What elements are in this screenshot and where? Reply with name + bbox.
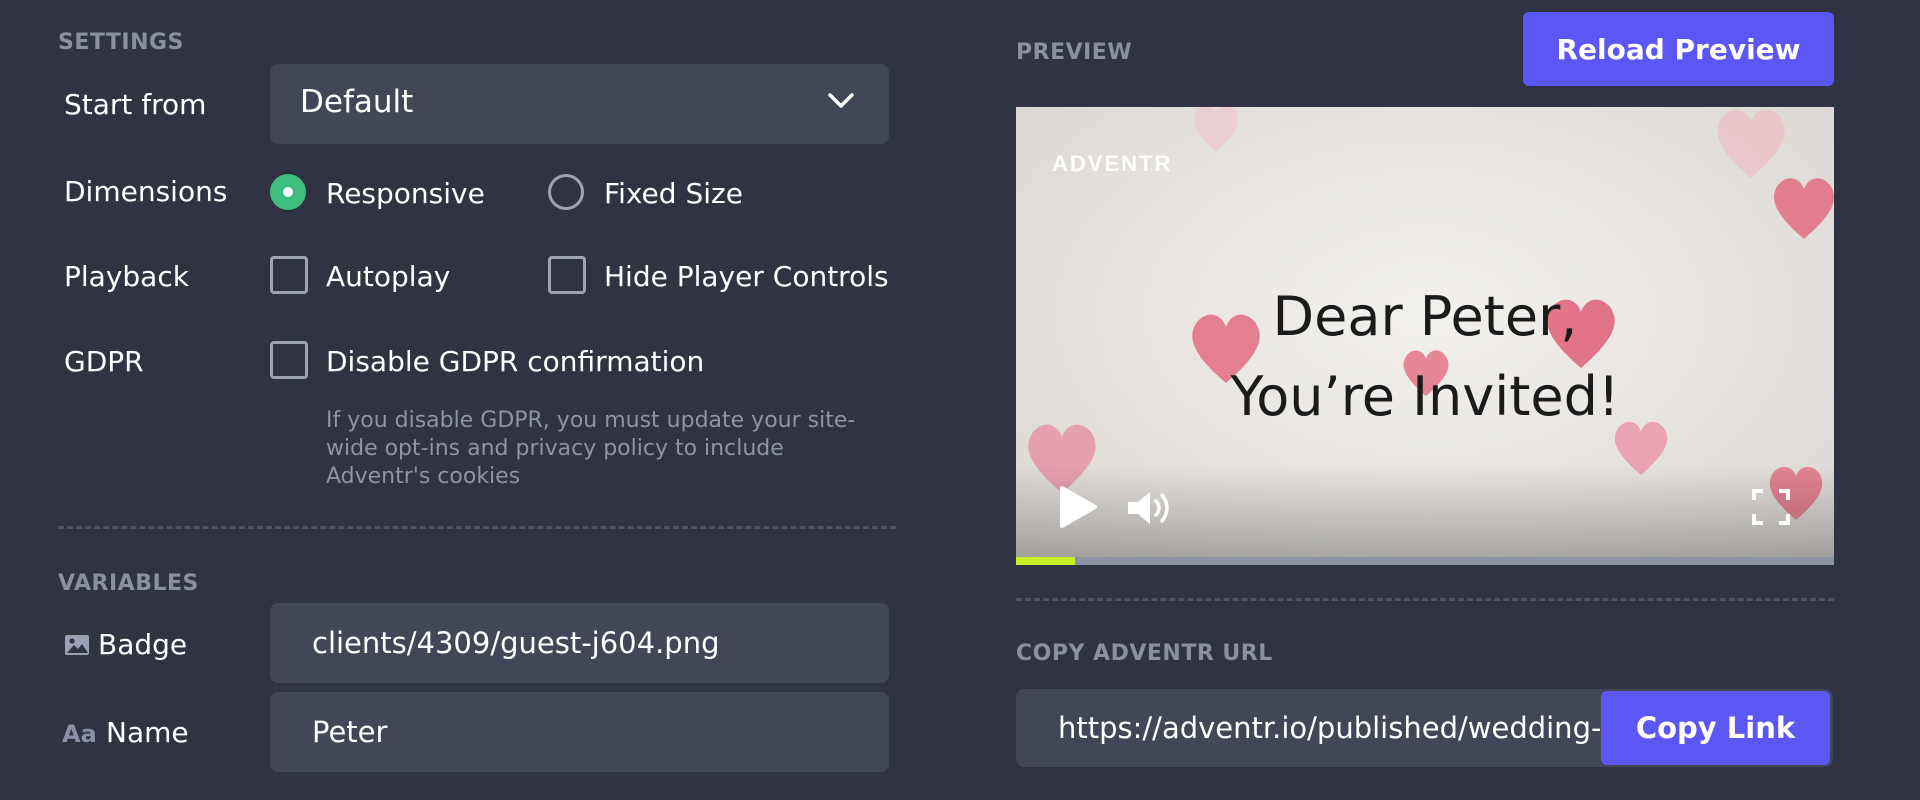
video-title-line-2: You’re Invited!: [1230, 365, 1620, 428]
preview-divider: [1016, 598, 1834, 601]
name-input[interactable]: Peter: [270, 692, 889, 772]
dimensions-label: Dimensions: [64, 175, 228, 208]
gdpr-label: GDPR: [64, 345, 144, 378]
hide-player-controls-label: Hide Player Controls: [604, 260, 889, 293]
video-title-line-1: Dear Peter,: [1272, 285, 1578, 348]
autoplay-checkbox[interactable]: [270, 256, 308, 294]
settings-section-title: SETTINGS: [58, 30, 184, 55]
play-icon[interactable]: [1058, 485, 1098, 529]
gdpr-note: If you disable GDPR, you must update you…: [326, 407, 886, 491]
badge-input-value: clients/4309/guest-j604.png: [312, 626, 720, 660]
chevron-down-icon: [828, 93, 854, 108]
badge-input[interactable]: clients/4309/guest-j604.png: [270, 603, 889, 683]
copy-url-section-title: COPY ADVENTR URL: [1016, 641, 1273, 666]
image-icon: [65, 635, 89, 655]
heart-icon: [1193, 107, 1239, 151]
gdpr-note-line: If you disable GDPR, you must update you…: [326, 408, 856, 433]
radio-responsive[interactable]: [270, 174, 306, 210]
video-preview[interactable]: ADVENTR Dear Peter, You’re Invited!: [1016, 107, 1834, 565]
preview-section-title: PREVIEW: [1016, 40, 1133, 65]
heart-icon: [1717, 109, 1785, 178]
gdpr-note-line: wide opt-ins and privacy policy to inclu…: [326, 436, 784, 461]
url-field[interactable]: https://adventr.io/published/wedding-inv…: [1016, 689, 1833, 767]
text-type-icon: Aa: [62, 720, 97, 748]
name-label: Name: [106, 716, 189, 749]
adventr-logo: ADVENTR: [1052, 151, 1173, 176]
radio-responsive-label: Responsive: [326, 177, 485, 210]
gdpr-note-line: Adventr's cookies: [326, 464, 521, 489]
start-from-label: Start from: [64, 88, 207, 121]
disable-gdpr-checkbox[interactable]: [270, 341, 308, 379]
url-field-value: https://adventr.io/published/wedding-inv…: [1058, 711, 1608, 745]
badge-label: Badge: [98, 628, 188, 661]
variables-section-title: VARIABLES: [58, 571, 199, 596]
video-progress-fill: [1016, 557, 1075, 565]
reload-preview-button[interactable]: Reload Preview: [1523, 12, 1834, 86]
radio-fixed-size-label: Fixed Size: [604, 177, 743, 210]
autoplay-label: Autoplay: [326, 260, 451, 293]
copy-link-button[interactable]: Copy Link: [1601, 691, 1830, 765]
radio-fixed-size[interactable]: [548, 174, 584, 210]
name-input-value: Peter: [312, 715, 388, 749]
fullscreen-icon[interactable]: [1752, 489, 1790, 525]
video-progress-track[interactable]: [1016, 557, 1834, 565]
playback-label: Playback: [64, 260, 189, 293]
disable-gdpr-label: Disable GDPR confirmation: [326, 345, 705, 378]
settings-divider: [58, 526, 896, 529]
start-from-value: Default: [300, 84, 414, 120]
volume-icon[interactable]: [1126, 489, 1178, 527]
start-from-select[interactable]: Default: [270, 64, 889, 144]
hide-player-controls-checkbox[interactable]: [548, 256, 586, 294]
